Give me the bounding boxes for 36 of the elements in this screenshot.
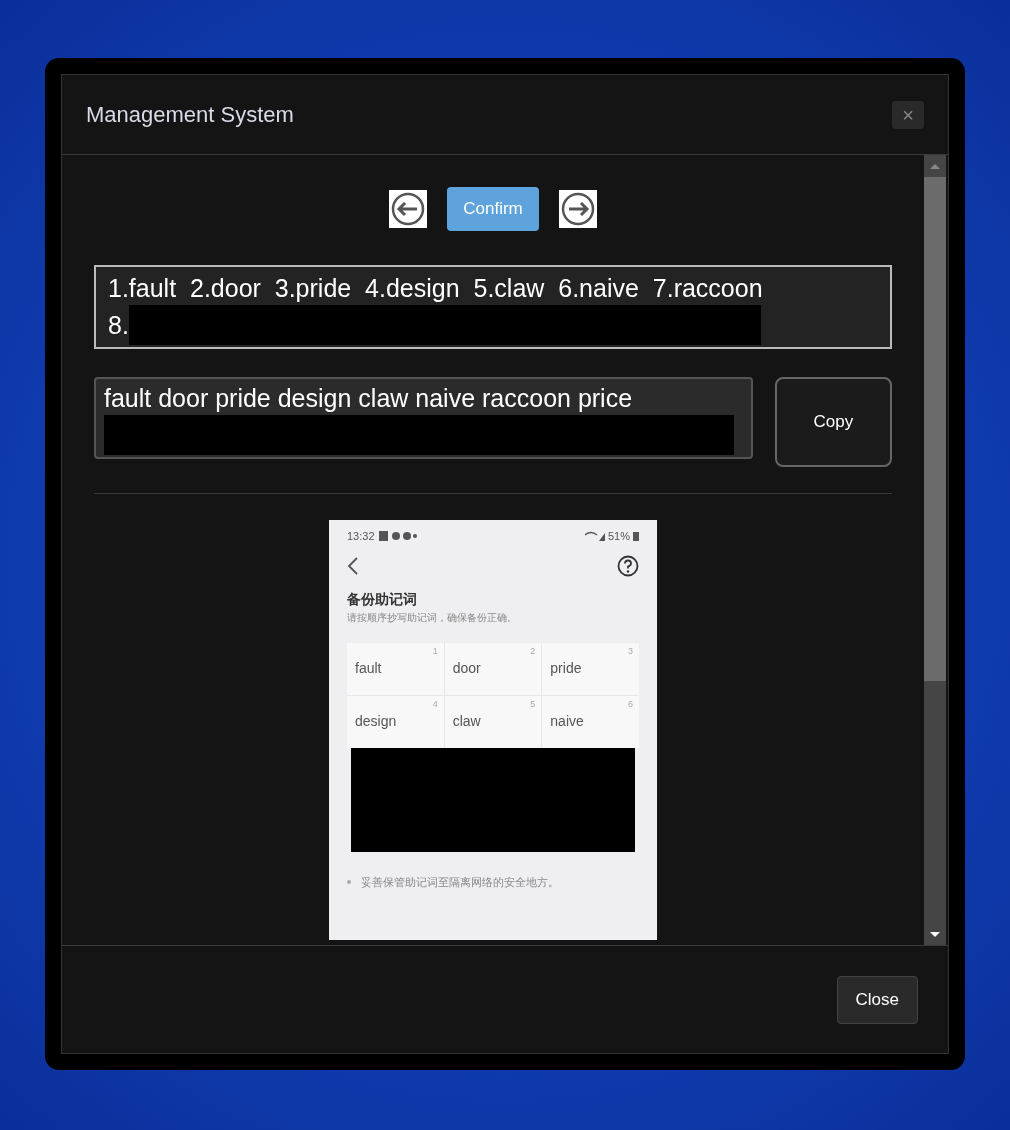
word-text: naive [550, 712, 584, 731]
scrollbar[interactable] [924, 155, 946, 945]
word-index: 4 [432, 697, 438, 711]
status-time: 13:32 [347, 529, 375, 544]
word-index: 6 [627, 697, 633, 711]
field-text: 8. [108, 310, 129, 341]
words-field[interactable]: fault door pride design claw naive raccoon price [94, 377, 753, 459]
battery-icon [633, 531, 639, 542]
field-text: fault door pride design claw naive raccoon price [104, 383, 634, 414]
signal-icon [584, 531, 605, 542]
next-button[interactable] [558, 190, 597, 228]
word-text: pride [550, 659, 582, 678]
status-icons [378, 531, 417, 542]
tip-text: 妥善保管助记词至隔离网络的安全地方。 [361, 874, 559, 890]
word-index: 2 [530, 644, 536, 658]
field-text: 1.fault 2.door 3.pride 4.design 5.claw 6.naive 7.raccoon [108, 273, 764, 304]
word-text: door [452, 659, 481, 678]
close-button[interactable]: Close [836, 975, 918, 1024]
previous-button[interactable] [389, 190, 428, 228]
copy-button[interactable]: Copy [774, 377, 892, 467]
back-icon[interactable] [347, 555, 359, 576]
screen-subtitle: 请按顺序抄写助记词，确保备份正确。 [347, 610, 518, 625]
scrollbar-thumb[interactable] [924, 177, 946, 681]
word-text: design [355, 712, 397, 731]
dialog-title: Management System [86, 101, 294, 129]
word-text: claw [452, 712, 481, 731]
bullet-icon [347, 879, 351, 884]
screen-title: 备份助记词 [347, 589, 418, 609]
word-index: 5 [530, 697, 536, 711]
numbered-words-field[interactable]: 1.fault 2.door 3.pride 4.design 5.claw 6.naive 7.raccoon 8. [94, 265, 892, 349]
word-index: 1 [432, 644, 438, 658]
help-icon[interactable] [617, 554, 639, 577]
close-button[interactable]: × [892, 100, 924, 129]
word-index: 3 [627, 644, 633, 658]
word-text: fault [355, 659, 382, 678]
battery-level: 51% [607, 529, 630, 544]
